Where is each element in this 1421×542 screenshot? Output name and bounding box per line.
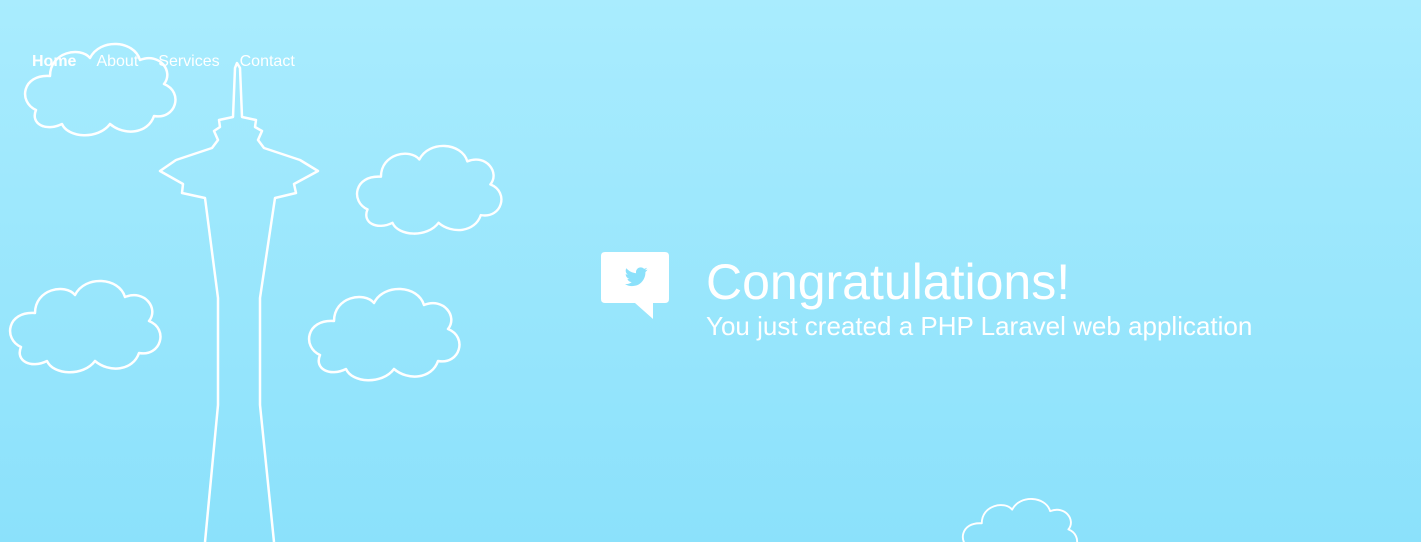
nav-contact[interactable]: Contact [240, 52, 295, 72]
hero-title: Congratulations! [706, 254, 1071, 310]
hero-subtitle: You just created a PHP Laravel web appli… [706, 311, 1253, 341]
cloud [961, 498, 1079, 542]
cloud [8, 279, 162, 374]
space-needle-outline [158, 61, 320, 542]
nav-services[interactable]: Services [158, 52, 219, 72]
cloud [307, 287, 461, 382]
nav-home[interactable]: Home [32, 52, 76, 72]
twitter-bubble-icon [601, 252, 669, 319]
main-nav: Home About Services Contact [32, 52, 295, 72]
nav-about[interactable]: About [96, 52, 138, 72]
hero-text: Congratulations! You just created a PHP … [706, 252, 1252, 341]
hero-section: Congratulations! You just created a PHP … [601, 252, 1252, 341]
cloud [355, 144, 503, 235]
